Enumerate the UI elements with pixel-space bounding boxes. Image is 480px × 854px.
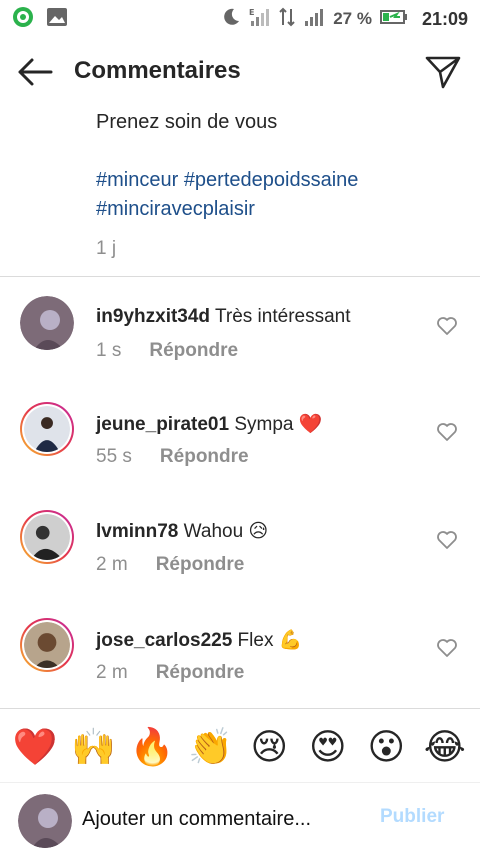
comment-time: 2 m: [96, 554, 128, 575]
emoji-surprised-face[interactable]: 😮: [362, 726, 410, 770]
data-transfer-icon: [279, 7, 295, 32]
publish-button[interactable]: Publier: [380, 806, 444, 828]
comment-username[interactable]: jose_carlos225: [96, 630, 232, 651]
comment-username[interactable]: in9yhzxit34d: [96, 306, 210, 327]
comment-item: jeune_pirate01 Sympa ❤️ 55 s Répondre: [0, 402, 480, 510]
avatar[interactable]: [20, 510, 74, 564]
emoji-raised-hands[interactable]: 🙌: [70, 726, 118, 770]
arrow-left-icon: [18, 58, 53, 86]
status-left: [12, 6, 68, 33]
comment-text: jeune_pirate01 Sympa ❤️: [96, 412, 322, 436]
status-bar: E 27 % 21:09: [0, 0, 480, 38]
emoji-red-heart[interactable]: ❤️: [11, 726, 59, 770]
app-notification-icon: [12, 6, 34, 33]
comment-body: Flex 💪: [237, 630, 303, 651]
comment-text: in9yhzxit34d Très intéressant: [96, 306, 351, 328]
divider: [0, 782, 480, 783]
page-title: Commentaires: [74, 57, 241, 84]
post-age: 1 j: [96, 238, 117, 259]
heart-outline-icon: [437, 531, 457, 549]
share-button[interactable]: [424, 54, 462, 90]
comment-body: Très intéressant: [214, 306, 351, 327]
clock: 21:09: [421, 8, 468, 29]
signal-icon: E: [249, 7, 271, 32]
emoji-crying-face[interactable]: 😢: [245, 726, 293, 770]
signal-h-icon: [303, 7, 325, 32]
comment-meta: 55 s Répondre: [96, 446, 249, 468]
emoji-heart-eyes[interactable]: 😍: [304, 726, 352, 770]
heart-outline-icon: [437, 639, 457, 657]
comment-time: 2 m: [96, 662, 128, 683]
comment-meta: 1 s Répondre: [96, 340, 238, 362]
comment-username[interactable]: jeune_pirate01: [96, 414, 229, 435]
emoji-fire[interactable]: 🔥: [128, 726, 176, 770]
comment-item: in9yhzxit34d Très intéressant 1 s Répond…: [0, 296, 480, 404]
avatar[interactable]: [20, 296, 74, 350]
reply-button[interactable]: Répondre: [149, 340, 238, 362]
avatar[interactable]: [20, 402, 74, 456]
comment-time: 1 s: [96, 340, 122, 361]
like-button[interactable]: [436, 530, 458, 550]
comment-time: 55 s: [96, 446, 132, 467]
comment-text: jose_carlos225 Flex 💪: [96, 628, 302, 652]
emoji-bar: ❤️ 🙌 🔥 👏 😢 😍 😮 😂: [0, 722, 480, 774]
comment-meta: 2 m Répondre: [96, 554, 244, 576]
moon-icon: [221, 7, 241, 32]
heart-outline-icon: [437, 317, 457, 335]
post-caption: Prenez soin de vous #minceur #pertedepoi…: [96, 108, 466, 263]
current-user-avatar: [18, 794, 72, 848]
comment-item: jose_carlos225 Flex 💪 2 m Répondre: [0, 618, 480, 726]
divider: [0, 276, 480, 277]
hashtag-line[interactable]: #minciravecplaisir: [96, 198, 255, 220]
gallery-icon: [46, 7, 68, 32]
status-right: E 27 % 21:09: [221, 7, 468, 32]
reply-button[interactable]: Répondre: [156, 554, 245, 576]
divider: [0, 708, 480, 709]
hashtag-line[interactable]: #minceur #pertedepoidssaine: [96, 169, 358, 191]
like-button[interactable]: [436, 422, 458, 442]
avatar[interactable]: [20, 618, 74, 672]
reply-button[interactable]: Répondre: [160, 446, 249, 468]
comment-meta: 2 m Répondre: [96, 662, 244, 684]
comment-text: lvminn78 Wahou 😥: [96, 520, 268, 543]
caption-hashtags: #minceur #pertedepoidssaine #minciravecp…: [96, 166, 466, 224]
comment-item: lvminn78 Wahou 😥 2 m Répondre: [0, 510, 480, 618]
paper-plane-icon: [425, 56, 461, 89]
comment-username[interactable]: lvminn78: [96, 521, 178, 542]
comment-input[interactable]: [82, 804, 362, 834]
battery-percent: 27 %: [333, 9, 372, 28]
caption-text: Prenez soin de vous: [96, 111, 278, 133]
heart-outline-icon: [437, 423, 457, 441]
emoji-clapping-hands[interactable]: 👏: [187, 726, 235, 770]
reply-button[interactable]: Répondre: [156, 662, 245, 684]
emoji-tears-of-joy[interactable]: 😂: [421, 726, 469, 770]
like-button[interactable]: [436, 638, 458, 658]
network-type-label: E: [249, 8, 254, 17]
battery-charging-icon: [379, 9, 408, 30]
header-bar: Commentaires: [0, 44, 480, 100]
comment-body: Wahou 😥: [183, 521, 269, 542]
comment-composer: Publier: [0, 790, 480, 850]
back-button[interactable]: [16, 56, 54, 88]
comment-body: Sympa ❤️: [234, 414, 323, 435]
like-button[interactable]: [436, 316, 458, 336]
